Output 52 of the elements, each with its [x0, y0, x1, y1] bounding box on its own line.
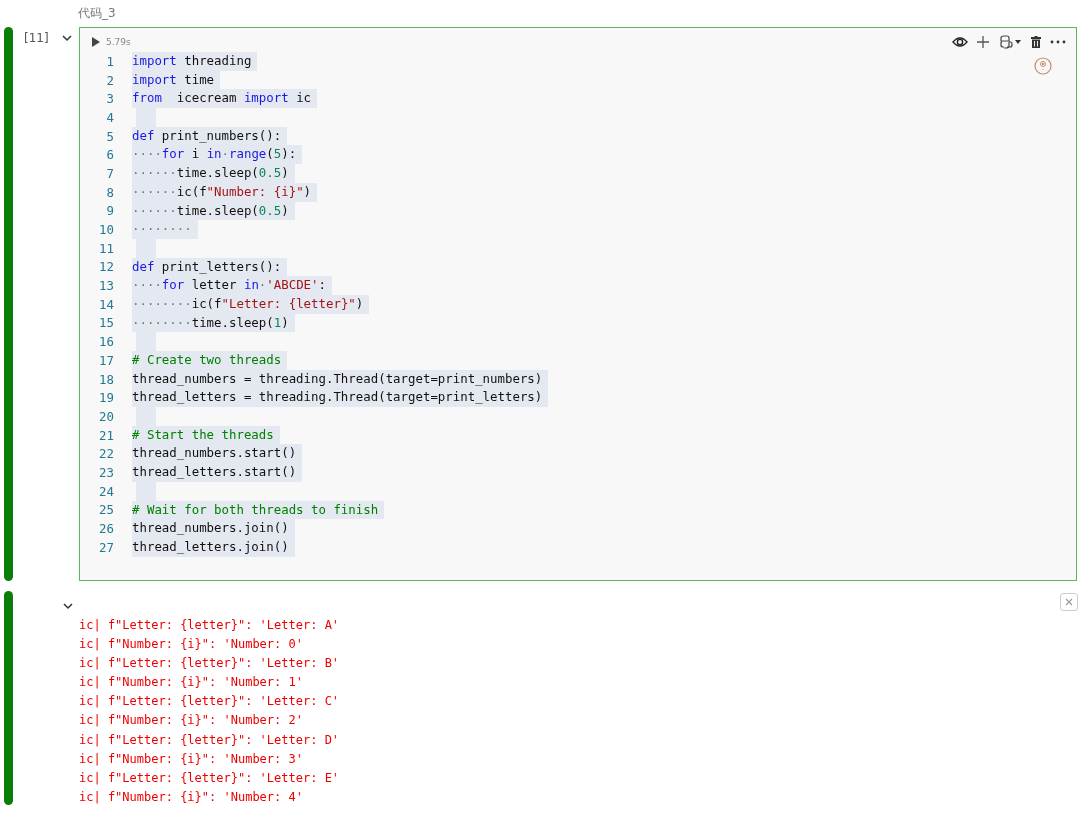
line-number: 2: [105, 72, 114, 88]
code-cell[interactable]: [79, 27, 1077, 581]
line-number: 3: [105, 91, 114, 107]
line-number: 24: [98, 483, 114, 499]
line-number: 6: [105, 147, 114, 163]
line-number: 23: [98, 464, 114, 480]
line-number: 12: [98, 259, 114, 275]
line-number: 20: [98, 408, 114, 424]
line-number: 11: [98, 240, 114, 256]
output-line: ic| f"Number: {i}": 'Number: 4': [79, 788, 303, 806]
line-number: 16: [98, 334, 114, 350]
line-number: 15: [98, 315, 114, 331]
eye-icon[interactable]: [952, 36, 968, 48]
output-line: ic| f"Number: {i}": 'Number: 2': [79, 712, 303, 730]
line-number: 18: [98, 371, 114, 387]
output-line: ic| f"Letter: {letter}": 'Letter: A': [79, 617, 340, 634]
collapse-chevron-icon[interactable]: [60, 33, 73, 43]
output-line: ic| f"Letter: {letter}": 'Letter: B': [79, 655, 340, 673]
target-icon: [1034, 57, 1052, 75]
output-line: ic| f"Number: {i}": 'Number: 1': [79, 674, 303, 692]
add-icon[interactable]: [977, 36, 989, 48]
line-number: 13: [98, 278, 114, 294]
cell-title: 代码_3: [78, 5, 116, 22]
output-line: ic| f"Number: {i}": 'Number: 3': [79, 750, 303, 768]
close-icon: [1065, 598, 1073, 606]
collapse-chevron-icon[interactable]: [62, 601, 74, 611]
line-number: 9: [105, 203, 114, 219]
clear-output-button[interactable]: [1060, 593, 1078, 611]
output-line: ic| f"Letter: {letter}": 'Letter: D': [79, 731, 340, 749]
line-number: 17: [98, 352, 114, 368]
line-number: 7: [105, 165, 114, 181]
more-icon[interactable]: [1050, 40, 1066, 44]
execution-count: [11]: [24, 31, 49, 45]
line-number: 14: [98, 296, 114, 312]
line-number: 10: [98, 222, 114, 238]
line-number: 22: [98, 446, 114, 462]
python-icon[interactable]: [998, 35, 1022, 49]
output-line: ic| f"Letter: {letter}": 'Letter: C': [79, 693, 340, 711]
line-number: 19: [98, 390, 114, 406]
line-number: 5: [105, 128, 114, 144]
output-line: ic| f"Letter: {letter}": 'Letter: E': [79, 769, 340, 787]
trash-icon[interactable]: [1031, 36, 1041, 48]
line-number: 26: [98, 521, 114, 537]
run-time: 5.79s: [106, 37, 131, 47]
line-number: 27: [98, 539, 114, 555]
line-number: 1: [105, 53, 114, 69]
line-number: 25: [98, 502, 114, 518]
line-number: 8: [105, 184, 114, 200]
line-number: 21: [98, 427, 114, 443]
line-number: 4: [105, 109, 114, 125]
run-icon[interactable]: [92, 37, 100, 47]
output-line: ic| f"Number: {i}": 'Number: 0': [79, 636, 303, 654]
